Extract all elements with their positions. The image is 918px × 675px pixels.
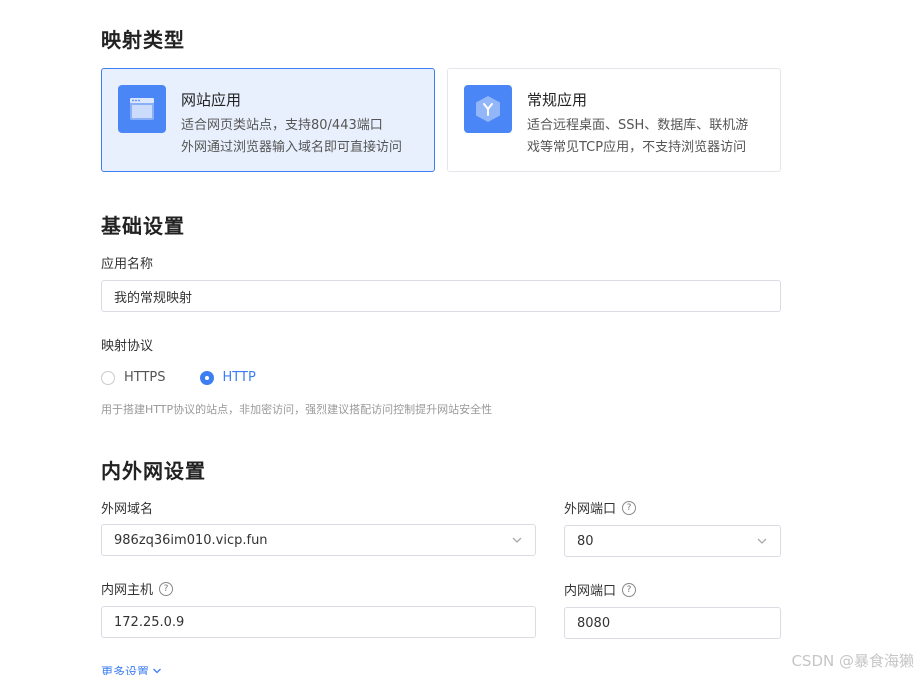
chevron-down-icon xyxy=(756,535,768,551)
app-name-label: 应用名称 xyxy=(101,257,154,272)
protocol-radio-label: HTTP xyxy=(222,370,256,385)
external-domain-value: 986zq36im010.vicp.fun xyxy=(114,532,268,548)
mapping-type-title: 网站应用 xyxy=(181,91,242,109)
section-title-mapping-type: 映射类型 xyxy=(101,28,185,52)
mapping-type-desc-line: 外网通过浏览器输入域名即可直接访问 xyxy=(181,140,403,155)
mapping-type-card-website[interactable]: 网站应用 适合网页类站点，支持80/443端口 外网通过浏览器输入域名即可直接访… xyxy=(101,68,435,172)
internal-host-label: 内网主机 ? xyxy=(101,579,174,598)
more-settings-label: 更多设置 xyxy=(101,665,150,675)
external-domain-select[interactable]: 986zq36im010.vicp.fun xyxy=(101,524,536,556)
chevron-down-icon xyxy=(152,665,162,675)
chevron-down-icon xyxy=(511,534,523,550)
mapping-type-desc: 适合远程桌面、SSH、数据库、联机游 戏等常见TCP应用，不支持浏览器访问 xyxy=(527,115,777,159)
protocol-hint: 用于搭建HTTP协议的站点，非加密访问，强烈建议搭配访问控制提升网站安全性 xyxy=(101,403,493,416)
app-name-input[interactable]: 我的常规映射 xyxy=(101,280,781,312)
mapping-type-desc-line: 适合网页类站点，支持80/443端口 xyxy=(181,118,383,133)
section-title-basic-settings: 基础设置 xyxy=(101,214,185,238)
browser-window-icon xyxy=(118,85,166,133)
protocol-label: 映射协议 xyxy=(101,339,154,354)
more-settings-link[interactable]: 更多设置 xyxy=(101,663,162,675)
internal-port-label: 内网端口 ? xyxy=(564,580,637,599)
mapping-type-desc-line: 戏等常见TCP应用，不支持浏览器访问 xyxy=(527,140,747,155)
external-port-value: 80 xyxy=(577,533,594,549)
radio-circle-icon xyxy=(101,370,115,385)
external-domain-label: 外网域名 xyxy=(101,502,154,517)
mapping-type-card-general[interactable]: 常规应用 适合远程桌面、SSH、数据库、联机游 戏等常见TCP应用，不支持浏览器… xyxy=(447,68,781,172)
help-icon[interactable]: ? xyxy=(159,581,174,596)
protocol-radio-group: HTTPS HTTP xyxy=(101,370,290,385)
watermark: CSDN @暴食海獭 xyxy=(791,652,914,670)
protocol-radio-label: HTTPS xyxy=(124,370,166,385)
internal-port-input[interactable]: 8080 xyxy=(564,607,781,639)
help-icon[interactable]: ? xyxy=(622,500,637,515)
external-port-select[interactable]: 80 xyxy=(564,525,781,557)
mapping-type-desc-line: 适合远程桌面、SSH、数据库、联机游 xyxy=(527,118,749,133)
cube-icon xyxy=(464,85,512,133)
mapping-type-title: 常规应用 xyxy=(527,91,588,109)
external-port-label-text: 外网端口 xyxy=(564,502,617,517)
internal-host-input[interactable]: 172.25.0.9 xyxy=(101,606,536,638)
help-icon[interactable]: ? xyxy=(622,582,637,597)
external-port-label: 外网端口 ? xyxy=(564,498,637,517)
mapping-type-desc: 适合网页类站点，支持80/443端口 外网通过浏览器输入域名即可直接访问 xyxy=(181,115,431,159)
internal-host-label-text: 内网主机 xyxy=(101,583,154,598)
protocol-radio-https[interactable]: HTTPS xyxy=(101,370,166,385)
protocol-radio-http[interactable]: HTTP xyxy=(199,370,256,385)
section-title-network-settings: 内外网设置 xyxy=(101,459,206,483)
radio-checked-icon xyxy=(199,370,214,385)
internal-port-label-text: 内网端口 xyxy=(564,584,617,599)
